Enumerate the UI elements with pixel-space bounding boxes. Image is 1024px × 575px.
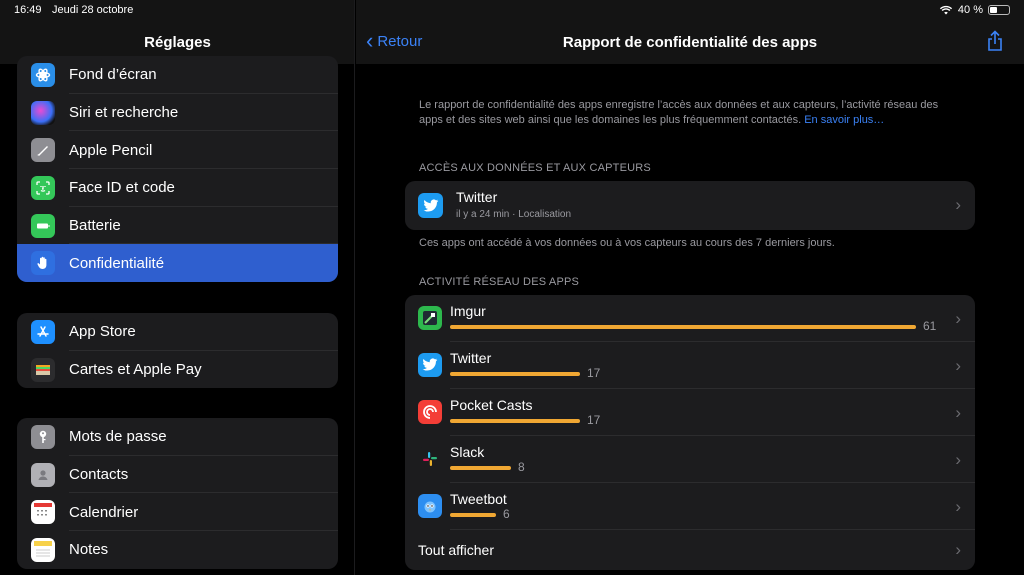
battery-icon bbox=[31, 213, 55, 238]
network-app-name: Pocket Casts bbox=[450, 397, 533, 413]
share-button[interactable] bbox=[986, 30, 1004, 57]
settings-group-3: Mots de passe Contacts Calendrier Notes bbox=[17, 418, 338, 569]
sidebar-item-label: Mots de passe bbox=[69, 428, 167, 446]
sidebar-item-label: Siri et recherche bbox=[69, 104, 179, 122]
sidebar-item-label: App Store bbox=[69, 323, 136, 341]
notes-icon bbox=[31, 537, 55, 562]
slack-icon bbox=[418, 447, 442, 471]
show-all-label: Tout afficher bbox=[418, 542, 495, 558]
network-app-name: Twitter bbox=[450, 350, 492, 366]
sidebar-title: Réglages bbox=[144, 34, 211, 51]
network-card: Imgur 61 › Twitter 17 › Pocket Casts 17 … bbox=[405, 295, 975, 570]
network-count: 6 bbox=[503, 507, 510, 521]
sidebar-item-label: Confidentialité bbox=[69, 254, 165, 272]
sidebar-item-siri[interactable]: Siri et recherche bbox=[17, 94, 338, 132]
network-app-name: Imgur bbox=[450, 303, 486, 319]
chevron-right-icon: › bbox=[955, 309, 961, 328]
sidebar-item-face-id[interactable]: Face ID et code bbox=[17, 169, 338, 207]
sidebar-item-label: Calendrier bbox=[69, 503, 139, 521]
page-title: Rapport de confidentialité des apps bbox=[562, 34, 818, 51]
contacts-icon bbox=[31, 462, 55, 487]
access-item-detail: il y a 24 min · Localisation bbox=[456, 209, 572, 220]
faceid-icon bbox=[31, 175, 55, 200]
access-card: Twitter il y a 24 min · Localisation › bbox=[405, 181, 975, 230]
sidebar-item-app-store[interactable]: App Store bbox=[17, 313, 338, 351]
battery-indicator-icon bbox=[988, 5, 1010, 15]
twitter-icon bbox=[418, 353, 442, 377]
wifi-icon bbox=[939, 5, 953, 15]
network-row-imgur[interactable]: Imgur 61 › bbox=[405, 295, 975, 342]
network-bar bbox=[450, 513, 496, 517]
imgur-icon bbox=[418, 306, 442, 330]
chevron-right-icon: › bbox=[955, 403, 961, 422]
chevron-right-icon: › bbox=[955, 497, 961, 516]
share-icon bbox=[988, 30, 1002, 51]
battery-percent: 40 % bbox=[957, 4, 983, 16]
intro-text: Le rapport de confidentialité des apps e… bbox=[419, 98, 939, 128]
twitter-icon bbox=[418, 193, 443, 218]
hand-icon bbox=[31, 251, 55, 276]
sidebar-item-calendar[interactable]: Calendrier bbox=[17, 493, 338, 532]
siri-icon bbox=[31, 100, 55, 125]
network-row-slack[interactable]: Slack 8 › bbox=[405, 436, 975, 483]
status-bar: 16:49 Jeudi 28 octobre 40 % bbox=[0, 0, 1024, 20]
settings-group-2: App Store Cartes et Apple Pay bbox=[17, 313, 338, 389]
show-all-row[interactable]: Tout afficher › bbox=[405, 530, 975, 570]
network-section-header: ACTIVITÉ RÉSEAU DES APPS bbox=[419, 276, 580, 288]
sidebar-item-label: Contacts bbox=[69, 466, 129, 484]
appstore-icon bbox=[31, 319, 55, 344]
sidebar-item-apple-pencil[interactable]: Apple Pencil bbox=[17, 131, 338, 170]
access-footnote: Ces apps ont accédé à vos données ou à v… bbox=[419, 237, 835, 249]
network-app-name: Slack bbox=[450, 444, 485, 460]
status-right: 40 % bbox=[939, 4, 1010, 16]
sidebar-item-battery[interactable]: Batterie bbox=[17, 207, 338, 245]
chevron-right-icon: › bbox=[955, 195, 961, 214]
learn-more-link[interactable]: En savoir plus… bbox=[804, 114, 884, 126]
pencil-icon bbox=[31, 138, 55, 163]
access-item-name: Twitter bbox=[456, 189, 498, 205]
network-row-twitter[interactable]: Twitter 17 › bbox=[405, 342, 975, 389]
pocketcasts-icon bbox=[418, 400, 442, 424]
network-bar bbox=[450, 419, 580, 423]
main-pane: ‹ Retour Rapport de confidentialité des … bbox=[356, 0, 1024, 575]
sidebar-item-passwords[interactable]: Mots de passe bbox=[17, 418, 338, 456]
access-item-twitter[interactable]: Twitter il y a 24 min · Localisation › bbox=[405, 181, 975, 230]
network-bar bbox=[450, 325, 916, 329]
access-section-header: ACCÈS AUX DONNÉES ET AUX CAPTEURS bbox=[419, 162, 651, 174]
calendar-icon bbox=[31, 500, 55, 525]
settings-group-1: Fond d’écran Siri et recherche Apple Pen… bbox=[17, 56, 338, 283]
sidebar-item-label: Batterie bbox=[69, 217, 121, 235]
battery-fill bbox=[990, 7, 997, 13]
sidebar-item-wallpaper[interactable]: Fond d’écran bbox=[17, 56, 338, 94]
tweetbot-icon bbox=[418, 494, 442, 518]
network-row-pocket-casts[interactable]: Pocket Casts 17 › bbox=[405, 389, 975, 436]
network-app-name: Tweetbot bbox=[450, 491, 507, 507]
network-count: 17 bbox=[587, 413, 601, 427]
status-time: 16:49 bbox=[14, 4, 42, 16]
sidebar-item-label: Face ID et code bbox=[69, 179, 175, 197]
sidebar-item-notes[interactable]: Notes bbox=[17, 531, 338, 569]
network-count: 17 bbox=[587, 366, 601, 380]
sidebar: Réglages Fond d’écran Siri et recherche … bbox=[0, 0, 355, 575]
network-count: 8 bbox=[518, 460, 525, 474]
wallpaper-icon bbox=[31, 62, 55, 87]
network-bar bbox=[450, 372, 580, 376]
sidebar-item-privacy[interactable]: Confidentialité bbox=[17, 244, 338, 283]
network-bar bbox=[450, 466, 511, 470]
sidebar-item-wallet[interactable]: Cartes et Apple Pay bbox=[17, 351, 338, 389]
network-count: 61 bbox=[923, 319, 937, 333]
sidebar-item-label: Fond d’écran bbox=[69, 66, 157, 84]
sidebar-item-label: Notes bbox=[69, 541, 109, 559]
status-date: Jeudi 28 octobre bbox=[52, 4, 134, 16]
sidebar-item-contacts[interactable]: Contacts bbox=[17, 456, 338, 494]
wallet-icon bbox=[31, 357, 55, 382]
chevron-right-icon: › bbox=[955, 540, 961, 559]
key-icon bbox=[31, 424, 55, 449]
chevron-right-icon: › bbox=[955, 450, 961, 469]
sidebar-item-label: Apple Pencil bbox=[69, 141, 153, 159]
network-row-tweetbot[interactable]: Tweetbot 6 › bbox=[405, 483, 975, 530]
sidebar-item-label: Cartes et Apple Pay bbox=[69, 361, 202, 379]
chevron-right-icon: › bbox=[955, 356, 961, 375]
